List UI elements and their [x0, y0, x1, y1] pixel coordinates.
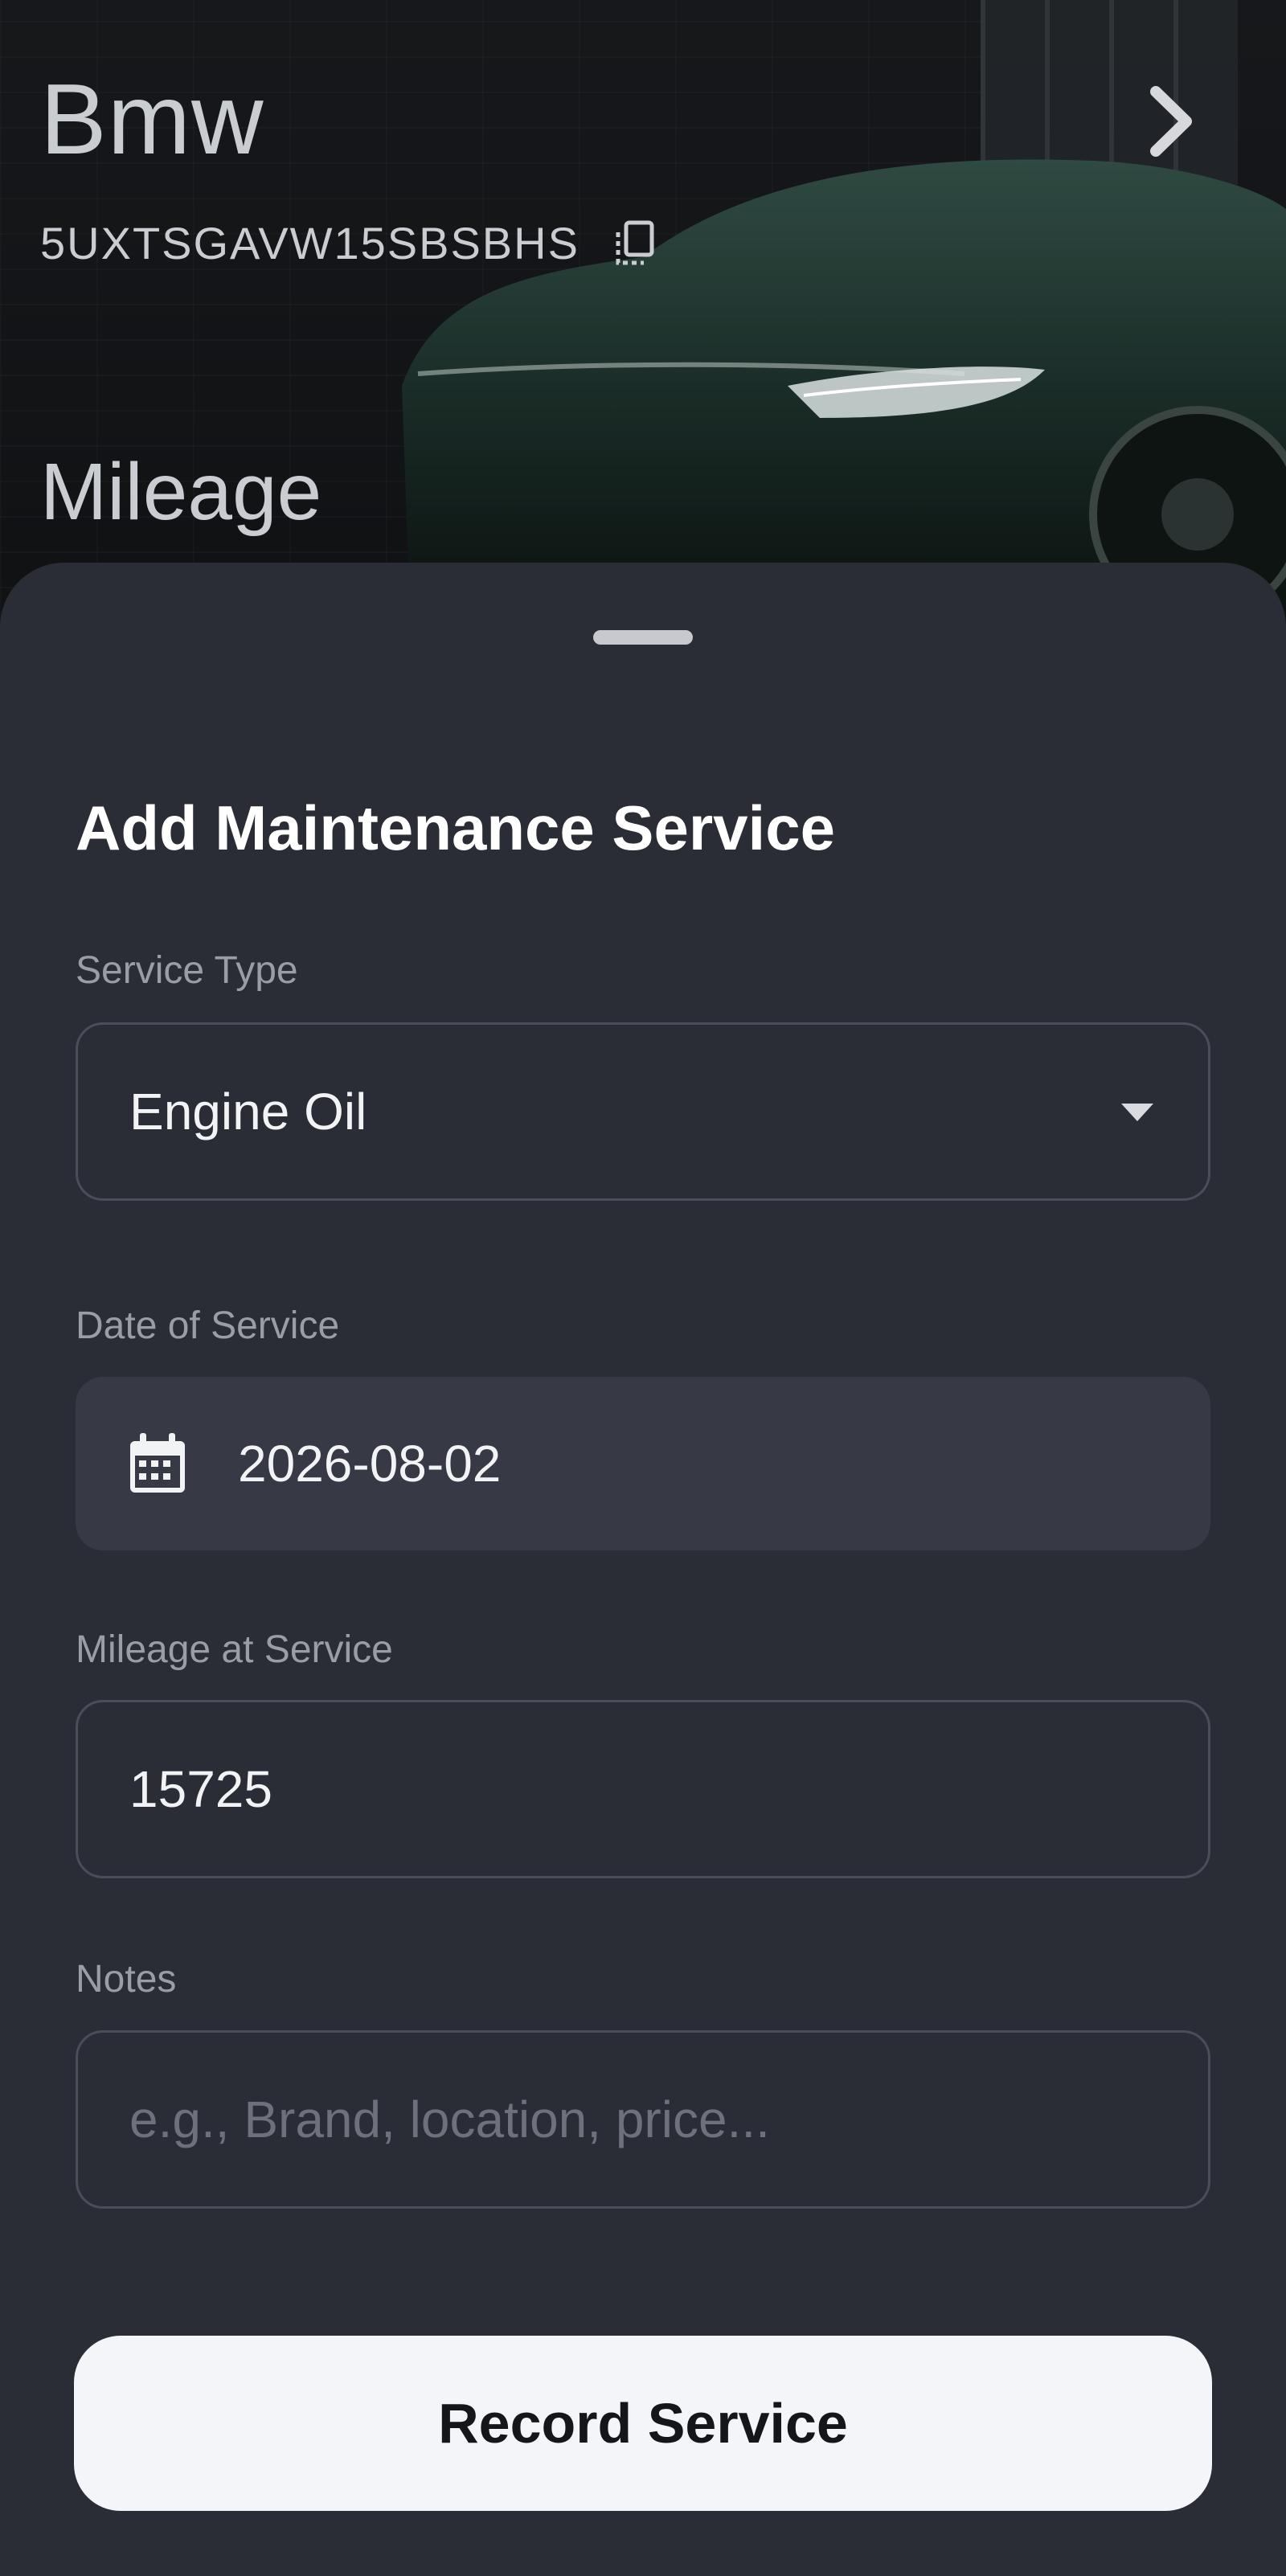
service-type-select[interactable]: Engine Oil — [76, 1022, 1210, 1201]
mileage-at-service-value: 15725 — [129, 1760, 272, 1818]
copy-vin-button[interactable] — [612, 218, 657, 269]
service-type-label: Service Type — [76, 949, 298, 992]
mileage-at-service-label: Mileage at Service — [76, 1628, 393, 1671]
sheet-drag-handle[interactable] — [593, 630, 693, 645]
vehicle-header: Bmw 5UXTSGAVW15SBSBHS Mileage — [0, 0, 1286, 659]
service-type-value: Engine Oil — [129, 1083, 367, 1141]
add-maintenance-sheet: Add Maintenance Service Service Type Eng… — [0, 563, 1286, 2576]
chevron-right-icon — [1150, 86, 1192, 157]
vin-text: 5UXTSGAVW15SBSBHS — [40, 218, 580, 268]
vin-row: 5UXTSGAVW15SBSBHS — [40, 217, 657, 269]
vehicle-name: Bmw — [40, 64, 264, 175]
notes-placeholder: e.g., Brand, location, price... — [129, 2091, 770, 2148]
car-image — [402, 159, 1286, 611]
date-of-service-value: 2026-08-02 — [238, 1435, 502, 1493]
copy-icon — [616, 220, 654, 264]
date-of-service-field[interactable]: 2026-08-02 — [76, 1377, 1210, 1550]
dropdown-arrow-icon — [1121, 1104, 1153, 1121]
sheet-title: Add Maintenance Service — [76, 792, 835, 863]
notes-input[interactable]: e.g., Brand, location, price... — [76, 2030, 1210, 2209]
calendar-icon — [130, 1433, 185, 1493]
mileage-heading: Mileage — [40, 447, 322, 537]
record-service-button[interactable]: Record Service — [74, 2336, 1212, 2511]
mileage-at-service-input[interactable]: 15725 — [76, 1700, 1210, 1878]
vehicle-details-button[interactable] — [1140, 77, 1204, 166]
date-of-service-label: Date of Service — [76, 1304, 340, 1347]
notes-label: Notes — [76, 1958, 177, 2001]
